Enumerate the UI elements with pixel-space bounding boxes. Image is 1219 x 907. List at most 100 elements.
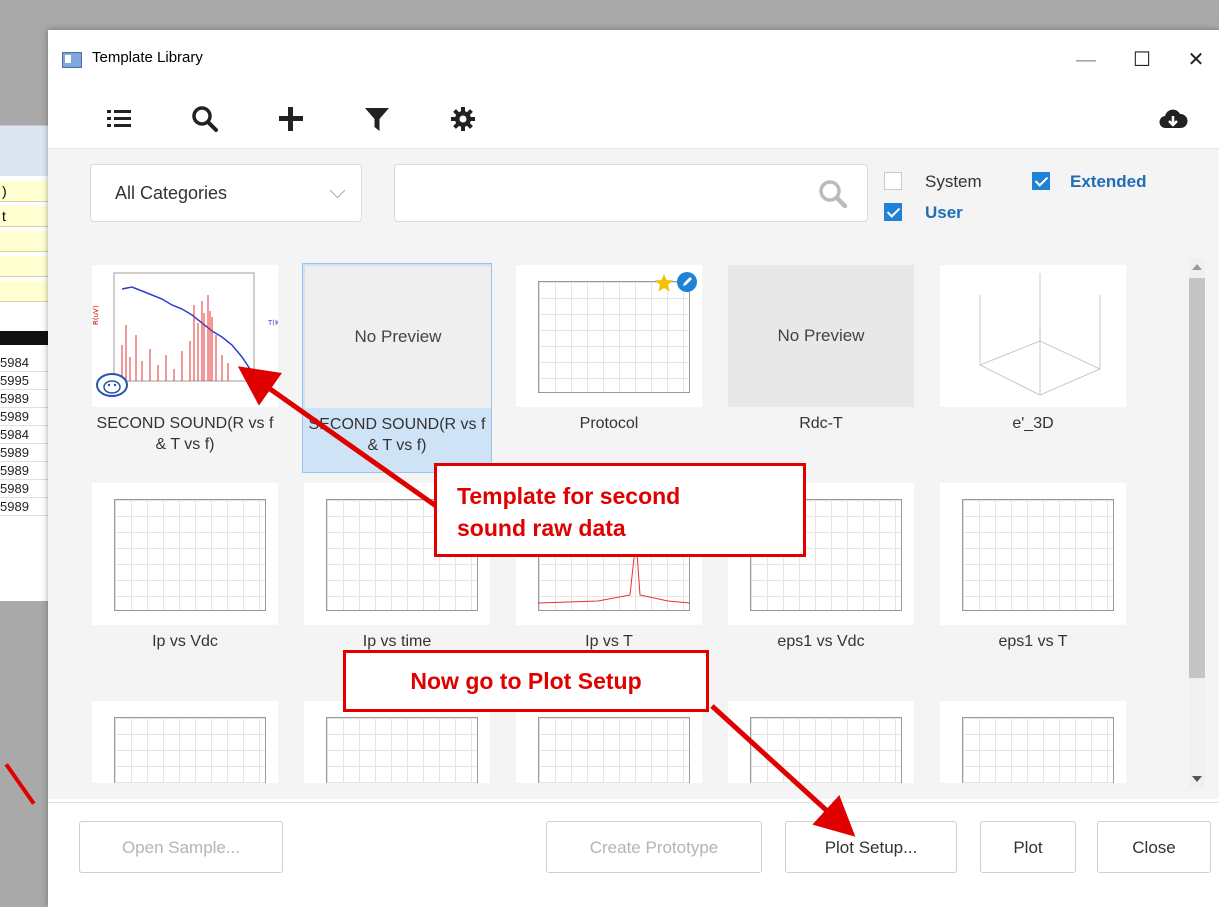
template-preview <box>728 701 914 783</box>
plot-grid-preview <box>114 499 266 611</box>
user-checkbox[interactable] <box>884 203 902 221</box>
settings-icon[interactable] <box>448 104 478 134</box>
worksheet-number: 5989 <box>0 498 48 516</box>
template-preview <box>940 701 1126 783</box>
worksheet-cell <box>0 281 48 302</box>
plot-grid-preview <box>114 717 266 783</box>
worksheet-cell: t <box>0 206 48 227</box>
worksheet-number: 5989 <box>0 480 48 498</box>
template-preview <box>940 483 1126 625</box>
cloud-download-icon[interactable] <box>1158 104 1188 134</box>
dialog-footer: Open Sample... Create Prototype Plot Set… <box>48 802 1219 907</box>
toolbar <box>48 90 1219 150</box>
chevron-down-icon <box>329 182 346 199</box>
svg-text:T(K): T(K) <box>267 319 278 327</box>
template-label: SECOND SOUND(R vs f & T vs f) <box>96 415 274 453</box>
window-title: Template Library <box>92 49 203 66</box>
scrollbar-thumb[interactable] <box>1189 278 1205 678</box>
list-icon[interactable] <box>104 104 134 134</box>
app-icon <box>62 52 82 68</box>
background-worksheet: ) t 5984 5995 5989 5989 5984 5989 5989 5… <box>0 125 48 601</box>
template-label: Ip vs T <box>585 633 633 650</box>
edit-icon <box>677 272 697 292</box>
template-label: SECOND SOUND(R vs f & T vs f) <box>308 416 486 454</box>
plot-button[interactable]: Plot <box>980 821 1076 873</box>
worksheet-number: 5984 <box>0 354 48 372</box>
template-tile-selected[interactable]: No Preview SECOND SOUND(R vs f & T vs f) <box>302 263 492 473</box>
system-checkbox[interactable] <box>884 172 902 190</box>
close-window-button[interactable]: ✕ <box>1173 44 1219 76</box>
template-label: e'_3D <box>1012 415 1054 432</box>
template-label: Ip vs time <box>362 633 432 650</box>
worksheet-number: 5995 <box>0 372 48 390</box>
search-icon[interactable] <box>190 104 220 134</box>
worksheet-number: 5984 <box>0 426 48 444</box>
template-tile[interactable] <box>938 699 1128 783</box>
worksheet-number: 5989 <box>0 444 48 462</box>
template-preview: R(uV) T(K) <box>92 265 278 407</box>
3d-plot-preview <box>979 273 1101 396</box>
scroll-down-icon[interactable] <box>1192 776 1202 782</box>
scroll-up-icon[interactable] <box>1192 264 1202 270</box>
template-tile[interactable]: No Preview Rdc-T <box>726 263 916 473</box>
plot-setup-button[interactable]: Plot Setup... <box>785 821 957 873</box>
annotation-text: sound raw data <box>457 515 626 541</box>
template-preview: No Preview <box>728 265 914 407</box>
maximize-button[interactable]: ☐ <box>1119 44 1165 76</box>
plot-grid-preview <box>538 281 690 393</box>
extended-checkbox[interactable] <box>1032 172 1050 190</box>
template-preview <box>516 701 702 783</box>
search-icon[interactable] <box>817 178 849 210</box>
template-tile[interactable]: R(uV) T(K) <box>90 263 280 473</box>
template-tile[interactable] <box>726 699 916 783</box>
plot-grid-preview <box>962 717 1114 783</box>
template-label: eps1 vs T <box>998 633 1068 650</box>
title-bar[interactable]: Template Library — ☐ ✕ <box>48 30 1219 90</box>
worksheet-cell <box>0 231 48 252</box>
template-label: Rdc-T <box>799 415 843 432</box>
add-icon[interactable] <box>276 104 306 134</box>
category-dropdown[interactable]: All Categories <box>90 164 362 222</box>
extended-label: Extended <box>1070 172 1147 191</box>
no-preview-text: No Preview <box>777 326 865 345</box>
worksheet-cell: ) <box>0 181 48 202</box>
system-label: System <box>925 172 982 191</box>
plot-grid-preview <box>538 717 690 783</box>
worksheet-number: 5989 <box>0 462 48 480</box>
close-button[interactable]: Close <box>1097 821 1211 873</box>
template-preview <box>940 265 1126 407</box>
star-icon <box>655 274 673 292</box>
template-preview <box>516 265 702 407</box>
category-value: All Categories <box>115 183 228 203</box>
worksheet-black-row <box>0 331 48 345</box>
vertical-scrollbar[interactable] <box>1189 258 1205 788</box>
plot-grid-preview <box>750 717 902 783</box>
search-field[interactable] <box>394 164 868 222</box>
template-preview <box>92 701 278 783</box>
background-red-arrow-fragment <box>4 763 36 805</box>
template-tile[interactable]: e'_3D <box>938 263 1128 473</box>
filter-icon[interactable] <box>362 104 392 134</box>
svg-text:R(uV): R(uV) <box>92 305 100 325</box>
template-tile[interactable]: eps1 vs T <box>938 481 1128 691</box>
template-tile[interactable]: Protocol <box>514 263 704 473</box>
worksheet-number: 5989 <box>0 390 48 408</box>
plot-grid-preview <box>326 717 478 783</box>
annotation-text: Template for second <box>457 483 681 509</box>
annotation-callout-plot-setup: Now go to Plot Setup <box>343 650 709 712</box>
user-label: User <box>925 203 963 222</box>
minimize-button[interactable]: — <box>1063 44 1109 76</box>
worksheet-cell <box>0 256 48 277</box>
no-preview-text: No Preview <box>354 327 442 346</box>
sheep-badge-icon <box>96 373 128 397</box>
template-label: Ip vs Vdc <box>152 633 218 650</box>
create-prototype-button[interactable]: Create Prototype <box>546 821 762 873</box>
open-sample-button[interactable]: Open Sample... <box>79 821 283 873</box>
template-tile[interactable] <box>90 699 280 783</box>
template-preview: No Preview <box>305 266 491 408</box>
search-input[interactable] <box>407 179 801 209</box>
worksheet-header <box>0 126 48 176</box>
template-label: eps1 vs Vdc <box>777 633 865 650</box>
template-tile[interactable]: Ip vs Vdc <box>90 481 280 691</box>
template-preview <box>92 483 278 625</box>
